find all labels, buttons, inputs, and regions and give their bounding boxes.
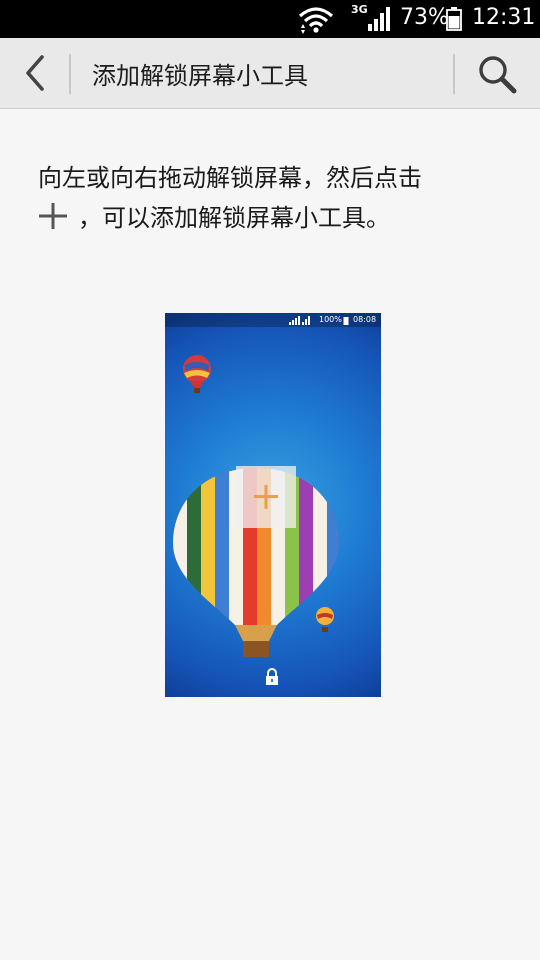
search-button[interactable]: [474, 51, 520, 97]
plus-icon: [39, 203, 67, 229]
balloon-image: [316, 607, 334, 632]
balloon-image: [183, 355, 211, 393]
status-bar: 3G 73% 12:31: [0, 0, 540, 38]
preview-battery: 100%: [319, 315, 342, 324]
back-button[interactable]: [14, 51, 58, 95]
instruction-text: 向左或向右拖动解锁屏幕，然后点击 ，可以添加解锁屏幕小工具。: [38, 158, 498, 238]
preview-time: 08:08: [353, 315, 377, 324]
action-bar: 添加解锁屏幕小工具: [0, 38, 540, 109]
preview-status-bar: 100% 08:08: [165, 313, 381, 327]
divider: [453, 54, 455, 94]
instruction-line2: ，可以添加解锁屏幕小工具。: [78, 204, 390, 232]
search-icon: [479, 56, 517, 94]
chevron-left-icon: [26, 55, 44, 91]
divider: [69, 54, 71, 94]
lock-icon: [266, 668, 278, 685]
plus-icon: [254, 485, 278, 509]
signal-icon: [368, 7, 390, 31]
wifi-icon: [298, 7, 334, 34]
lockscreen-preview: 100% 08:08: [165, 313, 381, 697]
battery-percent: 73%: [400, 5, 449, 30]
clock: 12:31: [472, 5, 536, 30]
battery-icon: [343, 317, 349, 325]
instruction-line1: 向左或向右拖动解锁屏幕，然后点击: [38, 164, 422, 192]
signal-icon: [289, 316, 310, 325]
page-title: 添加解锁屏幕小工具: [92, 62, 308, 90]
battery-icon: [446, 7, 462, 31]
add-widget-button[interactable]: [236, 466, 296, 528]
